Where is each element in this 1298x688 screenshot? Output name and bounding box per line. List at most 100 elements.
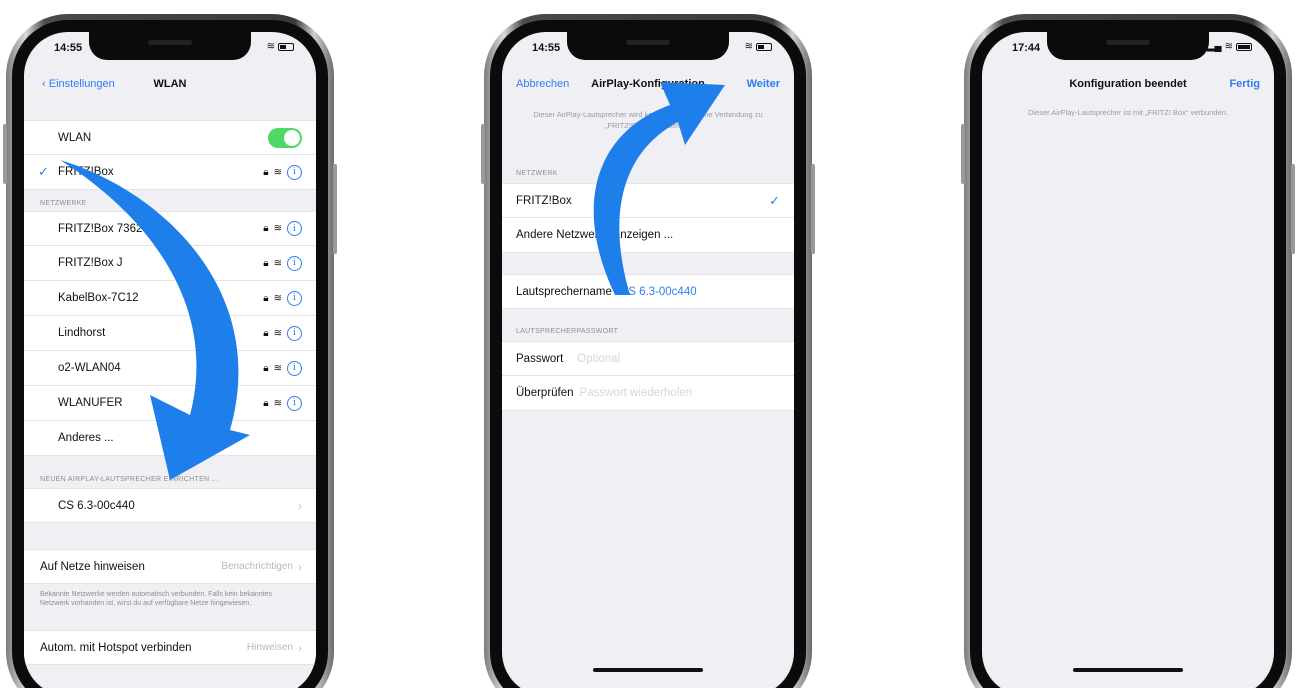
phone-wlan-settings: 14:55 ≋ ‹ Einstellungen WLAN WLAN ✓ FRIT… (3, 14, 337, 688)
wifi-icon: ≋ (273, 257, 282, 269)
network-label: WLANUFER (58, 397, 123, 409)
done-button[interactable]: Fertig (1229, 78, 1260, 90)
section-header-network: NETZWERK (516, 170, 558, 177)
home-indicator (1073, 668, 1183, 672)
lock-icon: 🔒︎ (263, 362, 269, 374)
wlan-toggle[interactable] (268, 127, 302, 148)
network-selected-row[interactable]: FRITZ!Box ✓ (502, 183, 794, 218)
screen-wlan: 14:55 ≋ ‹ Einstellungen WLAN WLAN ✓ FRIT… (24, 32, 316, 688)
ask-join-label: Auf Netze hinweisen (40, 560, 145, 573)
airplay-device-label: CS 6.3-00c440 (58, 499, 135, 512)
navbar: Abbrechen AirPlay-Konfiguration Weiter (502, 66, 794, 106)
section-header-password: LAUTSPRECHERPASSWORT (516, 328, 619, 335)
wifi-icon: ≋ (273, 327, 282, 339)
hotspot-row[interactable]: Autom. mit Hotspot verbinden Hinweisen › (24, 630, 316, 665)
other-network-label: Anderes ... (58, 432, 114, 444)
network-label: o2-WLAN04 (58, 362, 121, 374)
lock-icon: 🔒︎ (263, 223, 269, 234)
chevron-right-icon: › (298, 640, 302, 655)
info-icon[interactable]: i (287, 360, 302, 376)
password-field[interactable]: Optional (577, 353, 620, 365)
info-icon[interactable]: i (287, 255, 302, 271)
complete-description: Dieser AirPlay-Lautsprecher ist mit „FRI… (1027, 108, 1229, 117)
home-indicator (593, 668, 703, 672)
network-label: Lindhorst (58, 327, 106, 339)
chevron-right-icon: › (298, 559, 302, 574)
network-row[interactable]: WLANUFER 🔒︎ ≋ i (24, 386, 316, 421)
network-label: FRITZ!Box 7362 SL (58, 222, 160, 235)
info-icon[interactable]: i (287, 164, 302, 180)
verify-field[interactable]: Passwort wiederholen (580, 387, 693, 399)
connected-network-row[interactable]: ✓ FRITZ!Box 🔒︎ ≋ i (24, 155, 316, 190)
status-icons: ▂▄ ≋ (1207, 41, 1252, 52)
lock-icon: 🔒︎ (263, 292, 269, 304)
network-row[interactable]: o2-WLAN04 🔒︎ ≋ i (24, 351, 316, 386)
password-row: Passwort Optional (502, 341, 794, 376)
navbar: ‹ Einstellungen WLAN (24, 66, 316, 106)
notch (1047, 32, 1209, 60)
ask-join-value: Benachrichtigen (221, 561, 293, 572)
config-description: Dieser AirPlay-Lautsprecher wird konfigu… (533, 110, 763, 130)
back-label: Einstellungen (48, 78, 115, 90)
wifi-icon: ≋ (1224, 41, 1233, 52)
notch (89, 32, 251, 60)
ask-join-row[interactable]: Auf Netze hinweisen Benachrichtigen › (24, 549, 316, 584)
phone-bezel: 17:44 ▂▄ ≋ Konfiguration beendet Fertig … (970, 20, 1286, 688)
info-icon[interactable]: i (287, 221, 302, 236)
password-label: Passwort (516, 352, 564, 365)
status-time: 17:44 (1012, 42, 1041, 54)
wifi-icon: ≋ (273, 397, 282, 409)
signal-icon: ▂▄ (1206, 41, 1222, 52)
battery-icon (1236, 42, 1252, 51)
wifi-icon: ≋ (273, 362, 282, 374)
network-row[interactable]: FRITZ!Box J 🔒︎ ≋ i (24, 246, 316, 281)
airplay-device-row[interactable]: CS 6.3-00c440 › (24, 488, 316, 523)
screen-config-complete: 17:44 ▂▄ ≋ Konfiguration beendet Fertig … (982, 32, 1274, 688)
next-button[interactable]: Weiter (747, 78, 780, 90)
connected-network-label: FRITZ!Box (58, 166, 114, 178)
phone-airplay-config: 14:55 ≋ Abbrechen AirPlay-Konfiguration … (481, 14, 815, 688)
other-network-row[interactable]: Anderes ... (24, 421, 316, 456)
speaker-name-label: Lautsprechername (516, 285, 612, 298)
phone-bezel: 14:55 ≋ Abbrechen AirPlay-Konfiguration … (490, 20, 806, 688)
speaker-name-row[interactable]: Lautsprechername CS 6.3-00c440 (502, 274, 794, 309)
other-networks-label: Andere Netzwerke anzeigen ... (516, 229, 674, 241)
network-row[interactable]: KabelBox-7C12 🔒︎ ≋ i (24, 281, 316, 316)
speaker-name-field[interactable]: CS 6.3-00c440 (620, 286, 697, 298)
info-icon[interactable]: i (287, 325, 302, 341)
hotspot-label: Autom. mit Hotspot verbinden (40, 641, 192, 654)
info-icon[interactable]: i (287, 290, 302, 306)
network-row[interactable]: FRITZ!Box 7362 SL 🔒︎ ≋ i (24, 211, 316, 246)
lock-icon: 🔒︎ (263, 397, 269, 409)
chevron-right-icon: › (298, 498, 302, 513)
phone-config-complete: 17:44 ▂▄ ≋ Konfiguration beendet Fertig … (961, 14, 1295, 688)
network-label: FRITZ!Box J (58, 257, 123, 269)
hotspot-value: Hinweisen (246, 642, 293, 653)
back-button[interactable]: ‹ Einstellungen (42, 78, 115, 90)
network-row[interactable]: Lindhorst 🔒︎ ≋ i (24, 316, 316, 351)
info-icon[interactable]: i (287, 395, 302, 411)
battery-icon (756, 42, 772, 51)
section-header-airplay: NEUEN AIRPLAY-LAUTSPRECHER EINRICHTEN ..… (40, 476, 219, 483)
wifi-icon: ≋ (744, 41, 753, 52)
navbar: Konfiguration beendet Fertig (982, 66, 1274, 106)
lock-icon: 🔒︎ (263, 166, 269, 178)
wlan-toggle-row: WLAN (24, 120, 316, 155)
screen-airplay-config: 14:55 ≋ Abbrechen AirPlay-Konfiguration … (502, 32, 794, 688)
status-icons: ≋ (267, 41, 294, 52)
section-header-networks: NETZWERKE (40, 200, 87, 207)
network-selected-label: FRITZ!Box (516, 194, 572, 207)
checkmark-icon: ✓ (38, 164, 49, 179)
lock-icon: 🔒︎ (263, 327, 269, 339)
notch (567, 32, 729, 60)
ask-join-footnote: Bekannte Netzwerke werden automatisch ve… (40, 591, 272, 608)
verify-row: Überprüfen Passwort wiederholen (502, 376, 794, 411)
wifi-icon: ≋ (273, 166, 282, 178)
other-networks-row[interactable]: Andere Netzwerke anzeigen ... (502, 218, 794, 253)
phone-bezel: 14:55 ≋ ‹ Einstellungen WLAN WLAN ✓ FRIT… (12, 20, 328, 688)
cancel-button[interactable]: Abbrechen (516, 78, 569, 90)
status-time: 14:55 (54, 42, 83, 54)
verify-label: Überprüfen (516, 387, 574, 399)
network-label: KabelBox-7C12 (58, 292, 139, 304)
checkmark-icon: ✓ (769, 192, 780, 208)
